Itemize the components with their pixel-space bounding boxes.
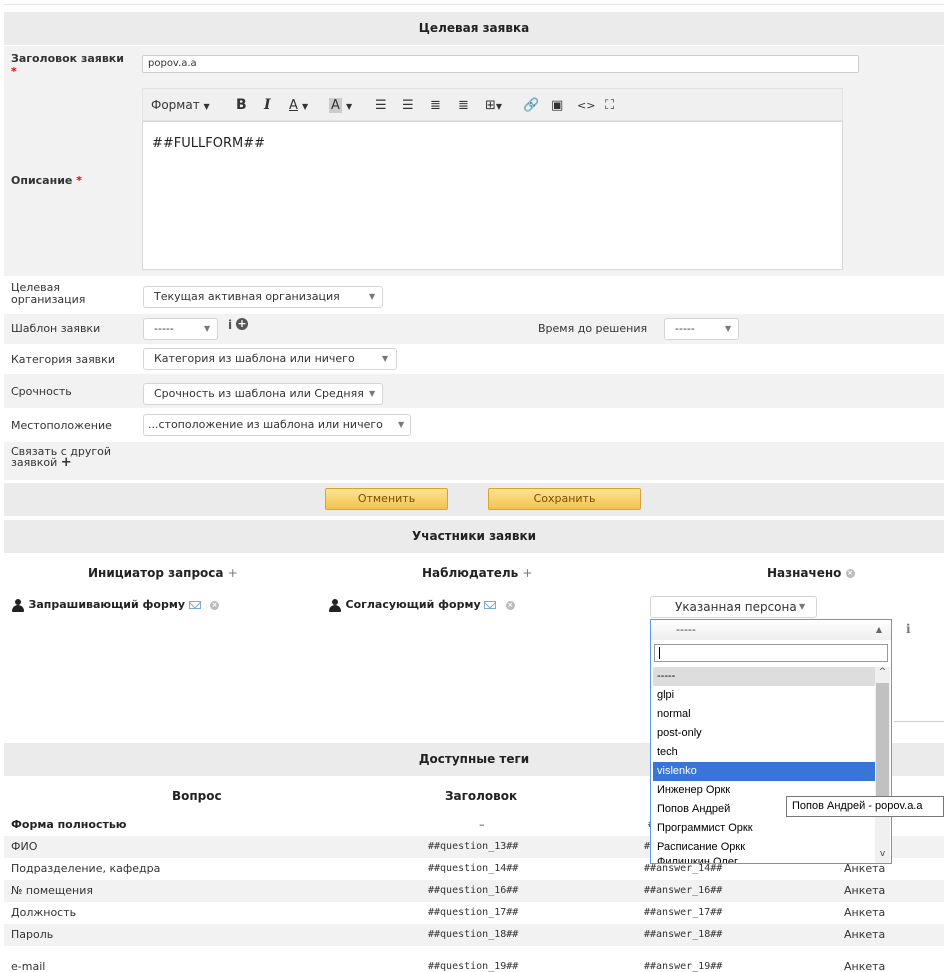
tags-col-title: Заголовок: [445, 789, 518, 803]
target-org-label: Целевая организация: [11, 281, 86, 306]
outdent-icon[interactable]: ≣: [430, 89, 441, 122]
bullet-list-icon[interactable]: ☰: [375, 89, 387, 122]
list-item[interactable]: Расписание Оркк: [653, 838, 877, 857]
form-header: Целевая заявка: [4, 12, 944, 45]
list-item[interactable]: vislenko: [653, 762, 877, 781]
user-icon: [11, 598, 25, 612]
add-template-icon[interactable]: +: [236, 318, 248, 330]
title-input[interactable]: popov.a.a: [142, 55, 859, 73]
assign-type-select[interactable]: Указанная персона ▼: [650, 596, 817, 618]
category-select[interactable]: Категория из шаблона или ничего ▼: [143, 348, 397, 370]
table-row: e-mail ##question_19## ##answer_19## Анк…: [11, 960, 886, 972]
add-requester-icon[interactable]: +: [228, 566, 238, 580]
list-item[interactable]: normal: [653, 705, 877, 724]
fullscreen-icon[interactable]: ⛶: [605, 89, 614, 122]
assigned-head: Назначено ×: [767, 566, 855, 580]
link-icon[interactable]: 🔗: [523, 89, 539, 122]
indent-icon[interactable]: ≣: [458, 89, 469, 122]
chevron-up-icon[interactable]: ^: [875, 667, 890, 681]
table-icon[interactable]: ⊞▼: [485, 89, 502, 122]
mail-icon[interactable]: [188, 601, 201, 609]
table-row: Должность ##question_17## ##answer_17## …: [11, 906, 886, 919]
list-item[interactable]: glpi: [653, 686, 877, 705]
list-item[interactable]: Филишкин Олег: [653, 857, 877, 863]
editor-content: ##FULLFORM##: [152, 136, 266, 151]
save-button[interactable]: Сохранить: [488, 488, 641, 510]
remove-assigned-icon[interactable]: ×: [845, 569, 855, 578]
user-icon: [328, 598, 342, 612]
list-item[interactable]: -----: [653, 667, 877, 686]
observer-entry: Согласующий форму ×: [328, 598, 515, 612]
urgency-label: Срочность: [11, 385, 72, 398]
template-select[interactable]: ----- ▼: [143, 318, 218, 340]
background-color-icon[interactable]: A ▼: [329, 89, 352, 122]
required-mark: *: [11, 65, 17, 78]
link-label[interactable]: Связать с другой заявкой +: [11, 446, 131, 470]
table-row: № помещения ##question_16## ##answer_16#…: [4, 880, 944, 902]
cancel-button[interactable]: Отменить: [325, 488, 448, 510]
italic-icon[interactable]: I: [264, 89, 271, 122]
location-select[interactable]: ...стоположение из шаблона или ничего ▼: [143, 414, 411, 436]
chevron-up-icon: ▲: [875, 625, 882, 634]
tags-col-question: Вопрос: [172, 789, 222, 803]
image-icon[interactable]: ▣: [551, 89, 563, 122]
template-label: Шаблон заявки: [11, 322, 101, 335]
location-label: Местоположение: [11, 419, 112, 432]
format-menu[interactable]: Формат ▼: [151, 89, 210, 122]
title-label: Заголовок заявки *: [11, 52, 124, 78]
numbered-list-icon[interactable]: ☰: [402, 89, 414, 122]
actors-header: Участники заявки: [4, 520, 944, 553]
link-row: [4, 442, 944, 480]
time-to-resolve-label: Время до решения: [538, 322, 648, 335]
info-icon[interactable]: i: [228, 318, 232, 332]
mail-icon[interactable]: [484, 601, 497, 609]
time-to-resolve-select[interactable]: ----- ▼: [664, 318, 739, 340]
requester-entry: Запрашивающий форму ×: [11, 598, 220, 612]
person-select[interactable]: ----- ▲: [651, 620, 891, 640]
person-dropdown: ----- ▲ ----- glpi normal post-only tech …: [650, 619, 892, 864]
add-link-icon[interactable]: +: [61, 455, 72, 470]
description-editor[interactable]: ##FULLFORM##: [142, 121, 843, 270]
remove-requester-icon[interactable]: ×: [210, 600, 220, 610]
divider: [894, 721, 944, 722]
description-label: Описание *: [11, 174, 82, 187]
target-org-select[interactable]: Текущая активная организация ▼: [143, 286, 383, 308]
editor-toolbar: Формат ▼ B I A ▼ A ▼ ☰ ☰ ≣ ≣ ⊞▼ 🔗 ▣ <> ⛶: [142, 88, 843, 121]
chevron-down-icon[interactable]: v: [875, 849, 890, 863]
bold-icon[interactable]: B: [236, 89, 247, 122]
requester-head: Инициатор запроса +: [88, 566, 238, 580]
dropdown-scrollbar[interactable]: ^ v: [875, 667, 890, 863]
urgency-select[interactable]: Срочность из шаблона или Средняя ▼: [143, 383, 383, 405]
list-item[interactable]: tech: [653, 743, 877, 762]
table-row: Пароль ##question_18## ##answer_18## Анк…: [4, 924, 944, 946]
category-label: Категория заявки: [11, 353, 115, 366]
list-item[interactable]: Программист Оркк: [653, 819, 877, 838]
scrollbar-thumb[interactable]: [876, 683, 889, 797]
button-bar: [4, 483, 944, 516]
list-item[interactable]: post-only: [653, 724, 877, 743]
top-divider: [4, 4, 944, 5]
remove-observer-icon[interactable]: ×: [505, 600, 515, 610]
add-observer-icon[interactable]: +: [522, 566, 532, 580]
info-icon[interactable]: i: [906, 622, 911, 636]
dropdown-search-input[interactable]: [654, 644, 888, 662]
tooltip: Попов Андрей - popov.a.a: [786, 796, 944, 817]
text-color-icon[interactable]: A ▼: [289, 89, 308, 122]
source-code-icon[interactable]: <>: [577, 89, 595, 122]
observer-head: Наблюдатель +: [422, 566, 533, 580]
